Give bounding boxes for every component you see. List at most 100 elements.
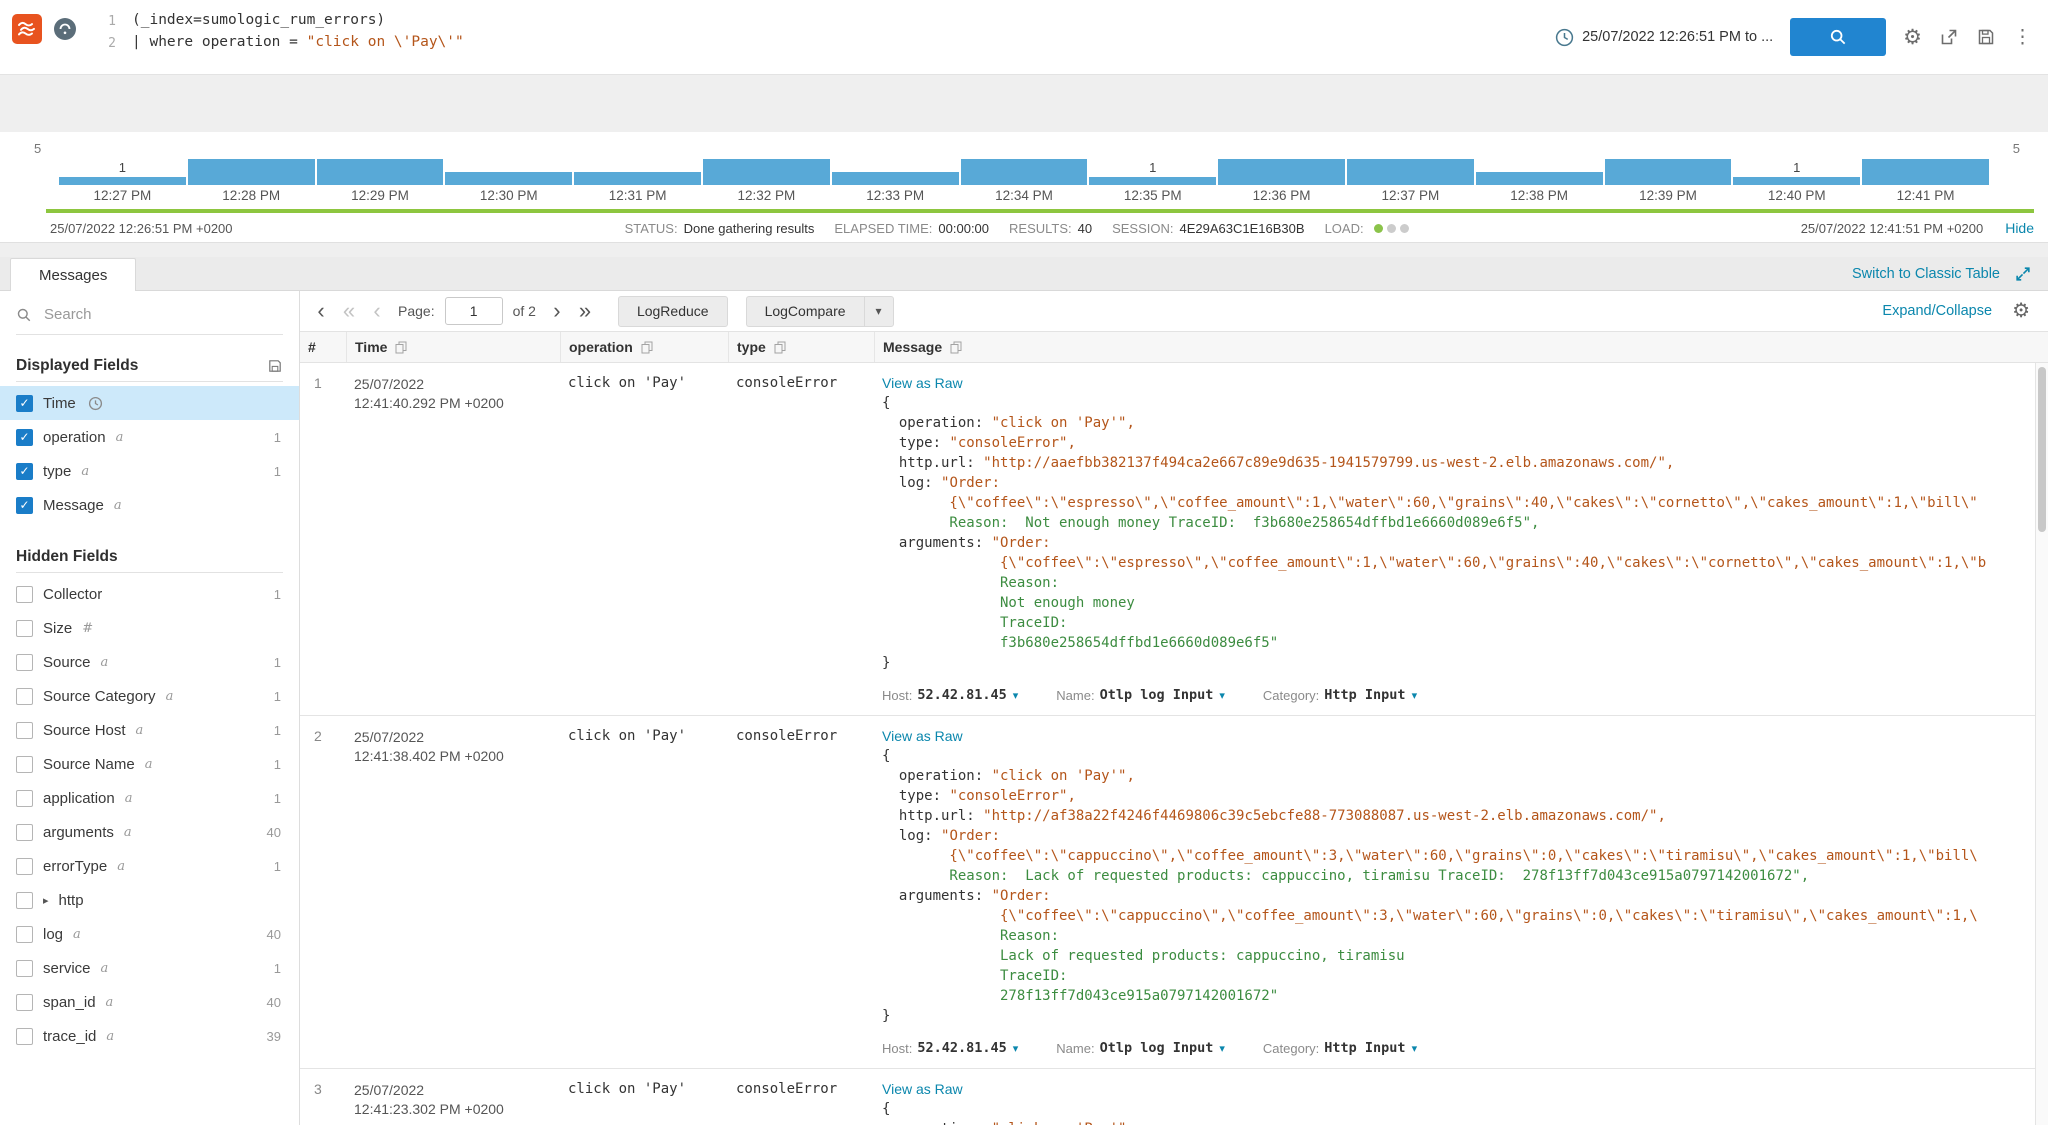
vertical-scrollbar[interactable] xyxy=(2035,363,2048,1125)
switch-to-classic-link[interactable]: Switch to Classic Table xyxy=(1852,266,2000,282)
more-options-icon[interactable]: ⋮ xyxy=(2013,28,2032,47)
field-checkbox[interactable] xyxy=(16,721,33,739)
first-page-icon[interactable]: « xyxy=(338,300,360,322)
field-row-collector[interactable]: Collector 1 xyxy=(0,577,299,611)
column-header-time[interactable]: Time xyxy=(346,332,560,362)
query-text[interactable]: (_index=sumologic_rum_errors) xyxy=(132,10,385,32)
meta-host-dropdown[interactable]: Host: 52.42.81.45 ▾ xyxy=(882,1040,1018,1056)
field-row-time[interactable]: ✓ Time xyxy=(0,386,299,420)
field-checkbox[interactable] xyxy=(16,993,33,1011)
column-header-num[interactable]: # xyxy=(300,332,346,362)
histogram-bar[interactable] xyxy=(1089,177,1217,185)
field-row-source[interactable]: Source a 1 xyxy=(0,645,299,679)
back-arrow-icon[interactable]: ‹ xyxy=(310,300,332,322)
field-row-errortype[interactable]: errorType a 1 xyxy=(0,849,299,883)
meta-category-dropdown[interactable]: Category: Http Input ▾ xyxy=(1263,687,1417,703)
field-row-span-id[interactable]: span_id a 40 xyxy=(0,985,299,1019)
save-fields-icon[interactable] xyxy=(267,358,283,374)
field-checkbox[interactable] xyxy=(16,789,33,807)
histogram-bar[interactable] xyxy=(1475,172,1603,185)
query-assistant-icon[interactable] xyxy=(52,16,78,47)
view-as-raw-link[interactable]: View as Raw xyxy=(882,1081,963,1097)
scrollbar-thumb[interactable] xyxy=(2038,367,2046,532)
field-checkbox[interactable] xyxy=(16,857,33,875)
tree-expand-icon[interactable]: ▸ xyxy=(43,894,49,907)
fields-search-input[interactable] xyxy=(42,305,283,324)
histogram-bar[interactable] xyxy=(187,159,315,185)
field-checkbox[interactable]: ✓ xyxy=(16,428,33,446)
histogram-bar[interactable] xyxy=(1604,159,1732,185)
copy-icon[interactable] xyxy=(774,341,786,354)
field-row-type[interactable]: ✓ type a 1 xyxy=(0,454,299,488)
field-checkbox[interactable] xyxy=(16,585,33,603)
field-row-source-category[interactable]: Source Category a 1 xyxy=(0,679,299,713)
next-page-icon[interactable]: › xyxy=(546,300,568,322)
field-checkbox[interactable]: ✓ xyxy=(16,394,33,412)
field-row-trace-id[interactable]: trace_id a 39 xyxy=(0,1019,299,1053)
expand-collapse-link[interactable]: Expand/Collapse xyxy=(1882,303,1992,319)
meta-name-dropdown[interactable]: Name: Otlp log Input ▾ xyxy=(1056,1040,1225,1056)
field-row-source-host[interactable]: Source Host a 1 xyxy=(0,713,299,747)
tab-messages[interactable]: Messages xyxy=(10,258,137,291)
fields-search[interactable] xyxy=(16,305,283,335)
histogram-bar[interactable] xyxy=(59,177,186,185)
histogram-bar[interactable] xyxy=(1346,159,1474,185)
fullscreen-expand-icon[interactable] xyxy=(2014,265,2032,283)
field-checkbox[interactable] xyxy=(16,653,33,671)
field-checkbox[interactable] xyxy=(16,925,33,943)
histogram-bar[interactable] xyxy=(316,159,444,185)
copy-icon[interactable] xyxy=(641,341,653,354)
hide-histogram-link[interactable]: Hide xyxy=(2005,220,2034,236)
last-page-icon[interactable]: » xyxy=(574,300,596,322)
time-range-selector[interactable]: 25/07/2022 12:26:51 PM to ... xyxy=(1555,28,1773,47)
view-as-raw-link[interactable]: View as Raw xyxy=(882,375,963,391)
save-icon[interactable] xyxy=(1976,27,1996,47)
field-row-arguments[interactable]: arguments a 40 xyxy=(0,815,299,849)
settings-gear-icon[interactable]: ⚙ xyxy=(1903,27,1922,48)
copy-icon[interactable] xyxy=(950,341,962,354)
column-header-type[interactable]: type xyxy=(728,332,874,362)
field-checkbox[interactable] xyxy=(16,823,33,841)
page-number-input[interactable] xyxy=(444,297,503,325)
histogram-bar[interactable] xyxy=(445,172,573,185)
logreduce-button[interactable]: LogReduce xyxy=(617,295,728,327)
query-text[interactable]: | where operation = "click on \'Pay\'" xyxy=(132,32,464,54)
histogram-bar[interactable] xyxy=(574,172,701,185)
time-range-bar[interactable] xyxy=(46,209,2034,213)
histogram-bar[interactable] xyxy=(702,159,830,185)
field-checkbox[interactable] xyxy=(16,687,33,705)
copy-icon[interactable] xyxy=(395,341,407,354)
query-editor[interactable]: 1 (_index=sumologic_rum_errors) 2 | where o… xyxy=(98,10,464,54)
field-row-size[interactable]: Size # xyxy=(0,611,299,645)
meta-host-dropdown[interactable]: Host: 52.42.81.45 ▾ xyxy=(882,687,1018,703)
field-row-log[interactable]: log a 40 xyxy=(0,917,299,951)
field-checkbox[interactable]: ✓ xyxy=(16,496,33,514)
column-header-message[interactable]: Message xyxy=(874,332,2048,362)
logcompare-dropdown-icon[interactable]: ▾ xyxy=(863,295,894,327)
logcompare-button[interactable]: LogCompare xyxy=(745,295,864,327)
histogram-bar[interactable] xyxy=(1733,177,1861,185)
column-header-operation[interactable]: operation xyxy=(560,332,728,362)
field-row-source-name[interactable]: Source Name a 1 xyxy=(0,747,299,781)
field-row-service[interactable]: service a 1 xyxy=(0,951,299,985)
start-search-button[interactable] xyxy=(1790,18,1887,56)
histogram-bar[interactable] xyxy=(960,159,1088,185)
histogram-bar[interactable] xyxy=(1862,159,1989,185)
histogram-bar[interactable] xyxy=(831,172,959,185)
share-icon[interactable] xyxy=(1939,27,1959,47)
field-row-application[interactable]: application a 1 xyxy=(0,781,299,815)
field-checkbox[interactable] xyxy=(16,619,33,637)
field-checkbox[interactable] xyxy=(16,959,33,977)
meta-category-dropdown[interactable]: Category: Http Input ▾ xyxy=(1263,1040,1417,1056)
table-settings-gear-icon[interactable]: ⚙ xyxy=(2012,301,2030,321)
meta-name-dropdown[interactable]: Name: Otlp log Input ▾ xyxy=(1056,687,1225,703)
field-row-message[interactable]: ✓ Message a xyxy=(0,488,299,522)
previous-page-icon[interactable]: ‹ xyxy=(366,300,388,322)
field-row-http[interactable]: ▸ http xyxy=(0,883,299,917)
field-checkbox[interactable]: ✓ xyxy=(16,462,33,480)
field-checkbox[interactable] xyxy=(16,891,33,909)
field-checkbox[interactable] xyxy=(16,1027,33,1045)
field-row-operation[interactable]: ✓ operation a 1 xyxy=(0,420,299,454)
view-as-raw-link[interactable]: View as Raw xyxy=(882,728,963,744)
field-checkbox[interactable] xyxy=(16,755,33,773)
